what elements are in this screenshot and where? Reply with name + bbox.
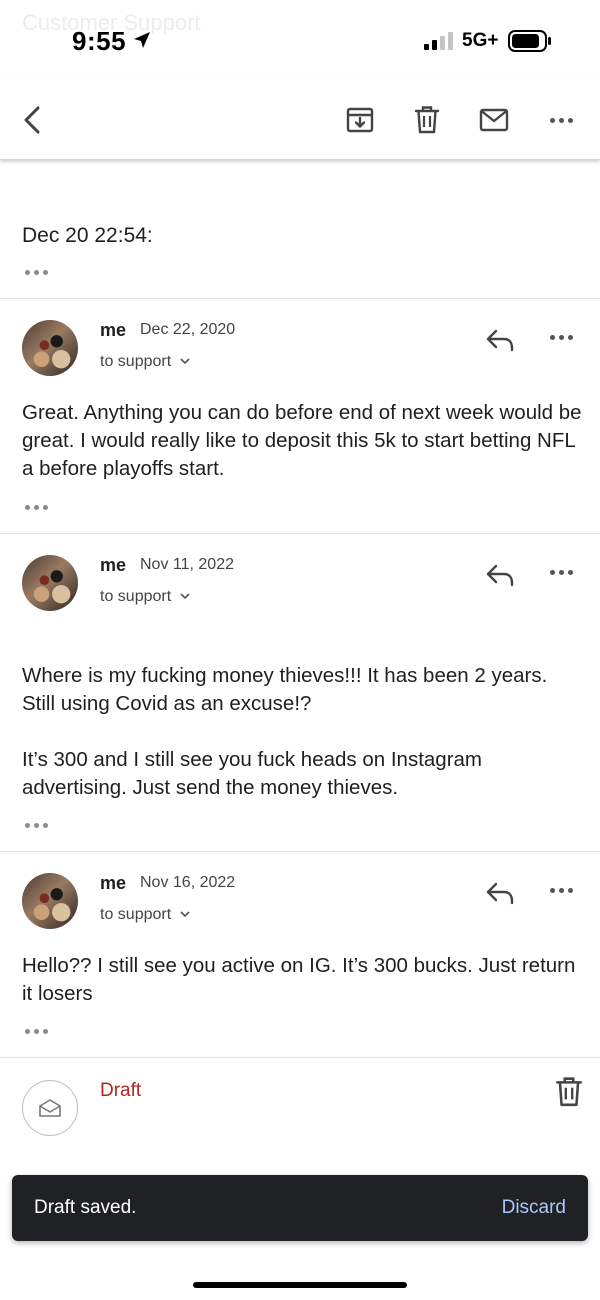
message-body-paragraph: Where is my fucking money thieves!!! It … xyxy=(22,664,548,715)
show-trimmed-icon[interactable] xyxy=(25,505,48,510)
mark-unread-button[interactable] xyxy=(476,102,512,138)
home-indicator[interactable] xyxy=(193,1282,407,1288)
reply-icon[interactable] xyxy=(484,326,516,354)
mail-icon xyxy=(479,108,509,132)
snackbar-message: Draft saved. xyxy=(34,1197,137,1218)
message-more-icon[interactable] xyxy=(550,888,573,893)
divider xyxy=(0,1057,600,1058)
trash-icon xyxy=(414,106,440,134)
show-trimmed-icon[interactable] xyxy=(25,1029,48,1034)
draft-avatar xyxy=(22,1080,78,1136)
discard-button[interactable]: Discard xyxy=(502,1197,566,1219)
archive-icon xyxy=(346,107,374,133)
snackbar: Draft saved. Discard xyxy=(12,1175,588,1241)
more-icon xyxy=(549,117,573,123)
mail-toolbar xyxy=(0,80,600,160)
toolbar-more-button[interactable] xyxy=(543,102,579,138)
recipient-toggle[interactable]: to support xyxy=(100,353,191,371)
chevron-down-icon xyxy=(180,911,190,918)
battery-icon xyxy=(508,30,551,52)
recipient-toggle[interactable]: to support xyxy=(100,588,191,606)
message-sender: me xyxy=(100,320,127,340)
message-body: Great. Anything you can do before end of… xyxy=(22,401,582,480)
back-button[interactable] xyxy=(14,102,50,138)
recipient-toggle[interactable]: to support xyxy=(100,906,191,924)
message-sender: me xyxy=(100,873,127,893)
archive-button[interactable] xyxy=(342,102,378,138)
location-arrow-icon xyxy=(134,32,150,48)
message-item[interactable]: me Nov 11, 2022 to support Where is my f… xyxy=(0,533,600,851)
cellular-signal-icon xyxy=(424,32,453,50)
draft-envelope-icon xyxy=(39,1099,61,1117)
message-more-icon[interactable] xyxy=(550,335,573,340)
back-arrow-icon xyxy=(24,106,40,134)
delete-button[interactable] xyxy=(409,102,445,138)
draft-label[interactable]: Draft xyxy=(100,1080,141,1102)
chevron-down-icon xyxy=(180,593,190,600)
message-body-paragraph: It’s 300 and I still see you fuck heads … xyxy=(22,748,482,799)
avatar xyxy=(22,320,78,376)
reply-icon[interactable] xyxy=(484,879,516,907)
show-trimmed-icon[interactable] xyxy=(25,823,48,828)
message-date: Nov 11, 2022 xyxy=(140,556,234,573)
recipient-label: to support xyxy=(100,906,172,923)
chevron-down-icon xyxy=(180,358,190,365)
message-date: Dec 22, 2020 xyxy=(140,321,236,338)
message-date: Nov 16, 2022 xyxy=(140,874,236,891)
recipient-label: to support xyxy=(100,588,172,605)
expand-quoted-icon[interactable] xyxy=(25,270,48,275)
reply-icon[interactable] xyxy=(484,561,516,589)
message-body: Hello?? I still see you active on IG. It… xyxy=(22,954,576,1005)
status-time: 9:55 xyxy=(72,26,127,56)
message-sender: me xyxy=(100,555,127,575)
avatar xyxy=(22,873,78,929)
discard-draft-trash-icon[interactable] xyxy=(554,1076,584,1108)
message-item[interactable]: me Nov 16, 2022 to support Hello?? I sti… xyxy=(0,851,600,1057)
quoted-date-header: Dec 20 22:54: xyxy=(22,224,153,247)
recipient-label: to support xyxy=(100,353,172,370)
avatar xyxy=(22,555,78,611)
status-bar: 9:55 5G+ xyxy=(0,0,600,80)
message-item[interactable]: me Dec 22, 2020 to support Great. Anythi… xyxy=(0,298,600,533)
network-type: 5G+ xyxy=(462,30,499,51)
message-more-icon[interactable] xyxy=(550,570,573,575)
